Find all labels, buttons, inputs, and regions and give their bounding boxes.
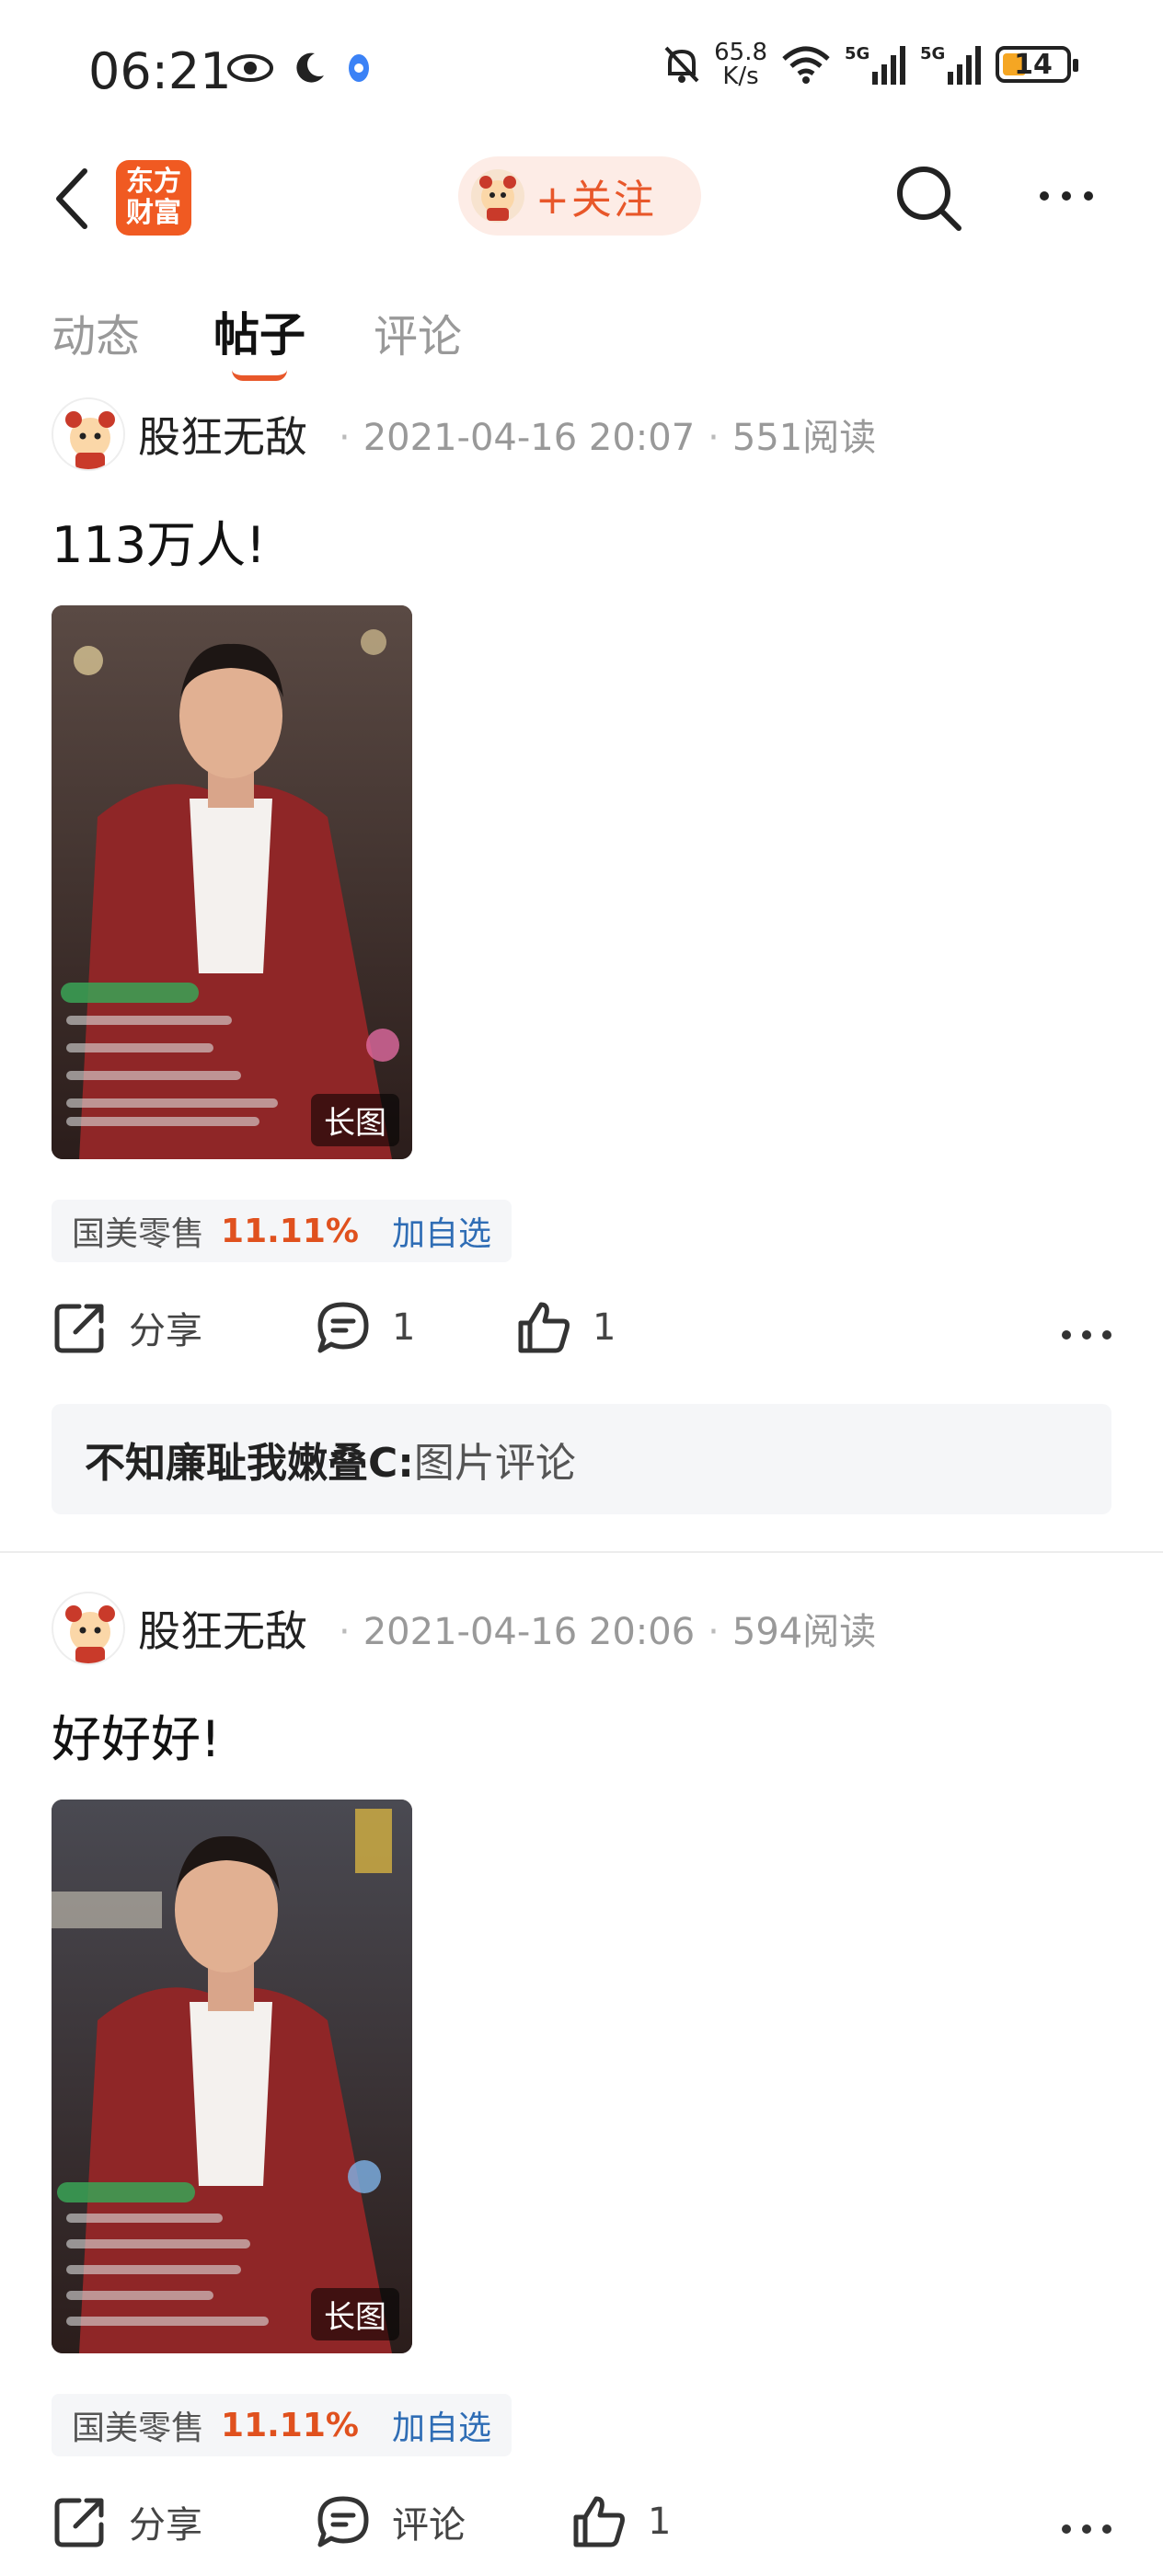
post-author-row: 股狂无敌 · 2021-04-16 20:06 · 594阅读 (52, 1592, 876, 1665)
post-more-icon[interactable] (1062, 2524, 1111, 2534)
comment-button[interactable]: 1 (315, 1299, 415, 1356)
follow-label: +关注 (535, 177, 656, 224)
comment-user: 不知廉耻我嫩叠C: (85, 1440, 414, 1487)
share-icon (54, 2498, 104, 2547)
mascot-avatar (471, 169, 524, 223)
author-name[interactable]: 股狂无敌 (138, 1598, 307, 1659)
share-label: 分享 (129, 2504, 202, 2547)
comment-preview[interactable]: 不知廉耻我嫩叠C: 图片评论 (52, 1404, 1111, 1514)
post-image[interactable]: 长图 (52, 605, 412, 1159)
net-speed-value: 65.8 (714, 39, 767, 66)
like-button[interactable]: 1 (515, 1299, 616, 1356)
add-watchlist-button[interactable]: 加自选 (392, 2401, 491, 2449)
wifi-icon (782, 46, 830, 84)
tab-bar: 动态 帖子 评论 (0, 285, 1163, 386)
top-nav: 东方 财富 +关注 (0, 138, 1163, 258)
share-label: 分享 (129, 1310, 202, 1352)
post-actions: 分享 1 1 (52, 1299, 1111, 1373)
thumbs-up-icon (573, 2496, 625, 2547)
tab-posts[interactable]: 帖子 (213, 298, 305, 364)
comment-icon (317, 2496, 369, 2547)
app-logo[interactable]: 东方 财富 (116, 160, 191, 236)
add-watchlist-button[interactable]: 加自选 (392, 1207, 491, 1255)
svg-text:5G: 5G (920, 44, 945, 63)
post-card[interactable]: 股狂无敌 · 2021-04-16 20:07 · 551阅读 113万人! 长图 国… (0, 397, 1163, 1549)
status-icons-right: 65.8 K/s 5G 5G 14 (662, 40, 1078, 88)
thumbs-up-icon (518, 1302, 570, 1353)
follow-button[interactable]: +关注 (458, 156, 701, 236)
stock-chip[interactable]: 国美零售 11.11% 加自选 (52, 1200, 512, 1262)
like-count: 1 (593, 1306, 616, 1349)
mute-icon (664, 46, 699, 83)
active-tab-indicator (232, 370, 287, 381)
search-icon[interactable] (892, 162, 966, 236)
avatar[interactable] (52, 1592, 125, 1665)
long-image-tag: 长图 (311, 1094, 399, 1146)
moon-icon (296, 52, 324, 83)
avatar[interactable] (52, 397, 125, 471)
post-reads: 551阅读 (731, 417, 877, 459)
tab-comments[interactable]: 评论 (374, 300, 462, 364)
battery-icon: 14 (996, 46, 1078, 83)
location-icon (349, 54, 369, 82)
battery-level: 14 (1014, 48, 1053, 81)
post-datetime: 2021-04-16 20:07 (363, 417, 696, 459)
post-text: 好好好! (52, 1710, 221, 1768)
share-button[interactable]: 分享 (52, 2493, 202, 2550)
stock-name: 国美零售 (72, 1215, 205, 1253)
tab-activity[interactable]: 动态 (52, 300, 140, 364)
status-bar: 06:21 65.8 K/s 5G 5G 14 (0, 0, 1163, 138)
share-button[interactable]: 分享 (52, 1299, 202, 1356)
post-datetime: 2021-04-16 20:06 (363, 1611, 696, 1653)
post-divider (0, 1551, 1163, 1553)
net-speed-unit: K/s (722, 63, 759, 90)
post-image[interactable]: 长图 (52, 1800, 412, 2353)
post-text: 113万人! (52, 516, 266, 574)
stock-name: 国美零售 (72, 2409, 205, 2447)
stock-change: 11.11% (221, 2406, 359, 2444)
comment-icon (317, 1302, 369, 1353)
like-button[interactable]: 1 (570, 2493, 671, 2550)
share-icon (54, 1304, 104, 1353)
logo-line2: 财富 (126, 197, 181, 229)
comment-text: 图片评论 (413, 1440, 576, 1487)
post-author-row: 股狂无敌 · 2021-04-16 20:07 · 551阅读 (52, 397, 876, 471)
signal-5g-icon: 5G (920, 44, 981, 85)
more-menu-icon[interactable] (1040, 191, 1093, 201)
eye-icon (227, 54, 273, 82)
long-image-tag: 长图 (311, 2288, 399, 2340)
logo-line1: 东方 (126, 166, 181, 198)
stock-change: 11.11% (221, 1212, 359, 1250)
post-meta: · 2021-04-16 20:06 · 594阅读 (339, 1611, 877, 1653)
stock-chip[interactable]: 国美零售 11.11% 加自选 (52, 2394, 512, 2456)
back-icon[interactable] (50, 162, 96, 236)
svg-text:5G: 5G (845, 44, 869, 63)
status-time: 06:21 (88, 42, 232, 100)
comment-label: 评论 (392, 2504, 466, 2547)
net-speed: 65.8 K/s (714, 40, 767, 88)
post-meta: · 2021-04-16 20:07 · 551阅读 (339, 417, 877, 459)
post-actions: 分享 评论 1 (52, 2493, 1111, 2567)
post-reads: 594阅读 (731, 1611, 877, 1653)
post-card[interactable]: 股狂无敌 · 2021-04-16 20:06 · 594阅读 好好好! 长图 国美零… (0, 1592, 1163, 2576)
like-count: 1 (648, 2501, 672, 2543)
comment-count: 1 (392, 1306, 416, 1349)
author-name[interactable]: 股狂无敌 (138, 404, 307, 465)
signal-5g-icon: 5G (845, 44, 905, 85)
status-icons-left (226, 50, 374, 86)
comment-button[interactable]: 评论 (315, 2493, 466, 2550)
post-more-icon[interactable] (1062, 1330, 1111, 1340)
